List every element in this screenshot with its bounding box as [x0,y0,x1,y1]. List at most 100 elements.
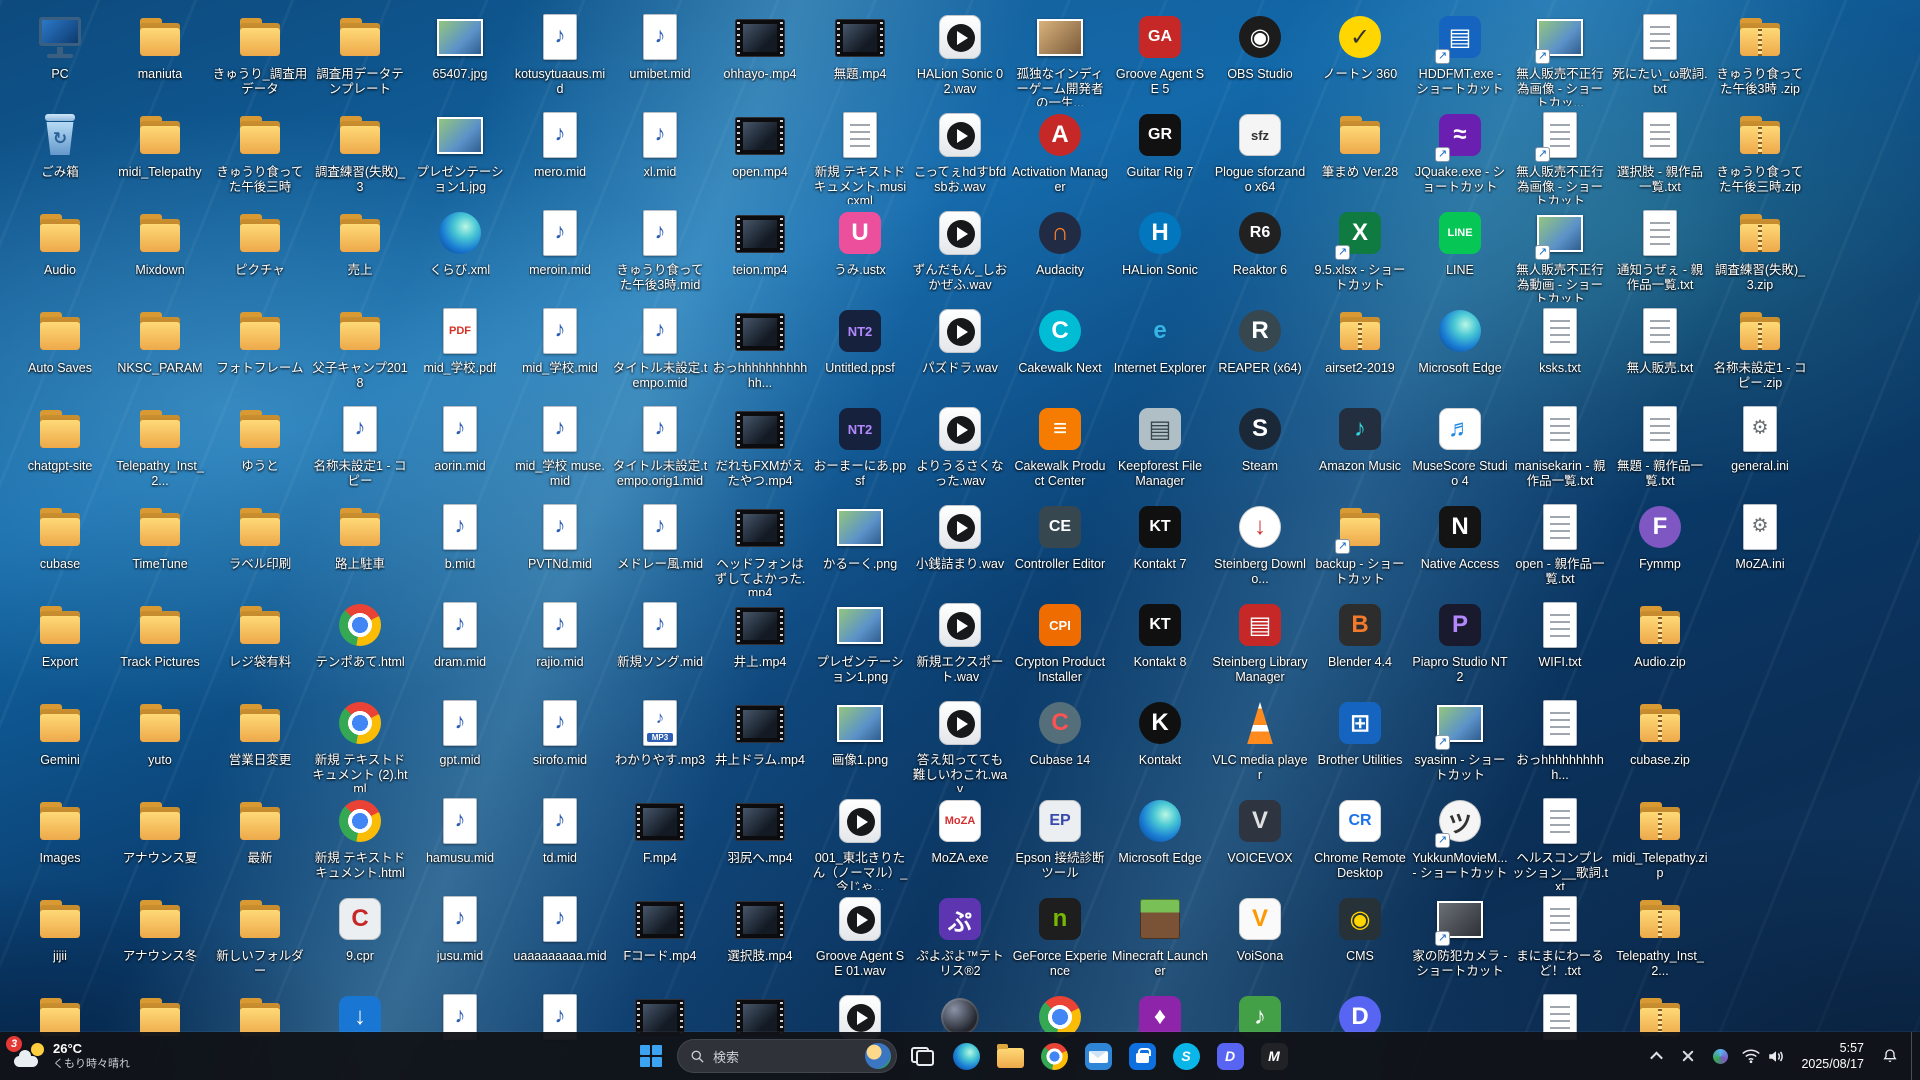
desktop-icon[interactable]: teion.mp4 [710,204,810,302]
desktop-icon[interactable]: 調査練習(失敗)_3.zip [1710,204,1810,302]
desktop-icon[interactable]: パズドラ.wav [910,302,1010,400]
desktop-icon[interactable]: 売上 [310,204,410,302]
desktop-icon[interactable]: Track Pictures [110,596,210,694]
desktop-icon[interactable]: F.mp4 [610,792,710,890]
desktop-icon[interactable]: きゅうり食ってた午後3時 .zip [1710,8,1810,106]
desktop-icon[interactable]: ツ↗YukkunMovieM... - ショートカット [1410,792,1510,890]
desktop-icon[interactable]: よりうるさくなった.wav [910,400,1010,498]
desktop-icon[interactable]: Uうみ.ustx [810,204,910,302]
desktop-icon[interactable]: Images [10,792,110,890]
desktop-icon[interactable]: open - 親作品一覧.txt [1510,498,1610,596]
desktop-icon[interactable]: Groove Agent SE 01.wav [810,890,910,988]
desktop-icon[interactable]: メドレー風.mid [610,498,710,596]
taskbar-task-view-button[interactable] [902,1036,942,1076]
desktop-icon[interactable]: ◉CMS [1310,890,1410,988]
desktop-icon[interactable]: アナウンス夏 [110,792,210,890]
desktop-icon[interactable]: td.mid [510,792,610,890]
desktop-icon[interactable]: 選択肢.mp4 [710,890,810,988]
desktop-icon[interactable]: 調査用データテンプレート [310,8,410,106]
desktop-icon[interactable]: 新規エクスポート.wav [910,596,1010,694]
desktop-icon[interactable]: aorin.mid [410,400,510,498]
weather-widget[interactable]: 3 26°C くもり時々晴れ [4,1032,140,1080]
desktop-icon[interactable]: jijii [10,890,110,988]
desktop-icon[interactable]: きゅうり食ってた午後三時 [210,106,310,204]
desktop-icon[interactable]: GAGroove Agent SE 5 [1110,8,1210,106]
search-box[interactable]: 検索 [677,1039,897,1073]
desktop-icon[interactable]: 新規 テキストドキュメント.html [310,792,410,890]
desktop-icon[interactable]: ⊞Brother Utilities [1310,694,1410,792]
desktop-icon[interactable]: こってぇhdすbfdsbお.wav [910,106,1010,204]
desktop-icon[interactable]: 無人販売.txt [1610,302,1710,400]
desktop-icon[interactable]: ksks.txt [1510,302,1610,400]
taskbar-discord-button[interactable]: D [1210,1036,1250,1076]
desktop-icon[interactable]: PPiapro Studio NT2 [1410,596,1510,694]
desktop-icon[interactable]: airset2-2019 [1310,302,1410,400]
desktop[interactable]: PC↻ごみ箱AudioAuto Saveschatgpt-sitecubaseE… [0,0,1920,1080]
desktop-icon[interactable]: 最新 [210,792,310,890]
taskbar-edge-button[interactable] [946,1036,986,1076]
desktop-icon[interactable]: レジ袋有料 [210,596,310,694]
desktop-icon[interactable]: general.ini [1710,400,1810,498]
desktop-icon[interactable]: hamusu.mid [410,792,510,890]
desktop-icon[interactable]: chatgpt-site [10,400,110,498]
desktop-icon[interactable]: 001_東北きりたん（ノーマル）_今じゃ... [810,792,910,890]
desktop-icon[interactable]: PC [10,8,110,106]
desktop-icon[interactable]: EPEpson 接続診断ツール [1010,792,1110,890]
desktop-icon[interactable]: Fコード.mp4 [610,890,710,988]
desktop-icon[interactable]: アナウンス冬 [110,890,210,988]
desktop-icon[interactable]: ↗家の防犯カメラ - ショートカット [1410,890,1510,988]
desktop-icon[interactable]: mid_学校 muse.mid [510,400,610,498]
desktop-icon[interactable]: 無題 - 親作品一覧.txt [1610,400,1710,498]
desktop-icon[interactable]: AActivation Manager [1010,106,1110,204]
desktop-icon[interactable]: 選択肢 - 親作品一覧.txt [1610,106,1710,204]
taskbar-store-button[interactable] [1122,1036,1162,1076]
desktop-icon[interactable]: sfzPlogue sforzando x64 [1210,106,1310,204]
desktop-icon[interactable]: 羽尻へ.mp4 [710,792,810,890]
desktop-icon[interactable]: MoZA.ini [1710,498,1810,596]
tray-x-app-button[interactable] [1673,1037,1703,1075]
desktop-icon[interactable]: GRGuitar Rig 7 [1110,106,1210,204]
desktop-icon[interactable]: NNative Access [1410,498,1510,596]
desktop-icon[interactable]: ∩Audacity [1010,204,1110,302]
desktop-icon[interactable]: Gemini [10,694,110,792]
desktop-icon[interactable]: nGeForce Experience [1010,890,1110,988]
desktop-icon[interactable]: 新しいフォルダー [210,890,310,988]
taskbar-skype-button[interactable]: S [1166,1036,1206,1076]
desktop-icon[interactable]: yuto [110,694,210,792]
desktop-icon[interactable]: きゅうり_調査用データ [210,8,310,106]
tray-clock[interactable]: 5:57 2025/08/17 [1792,1037,1873,1075]
desktop-icon[interactable]: ▤↗HDDFMT.exe - ショートカット [1410,8,1510,106]
desktop-icon[interactable]: ↗無人販売不正行為画像 - ショートカット [1510,106,1610,204]
desktop-icon[interactable]: eInternet Explorer [1110,302,1210,400]
desktop-icon[interactable]: Microsoft Edge [1110,792,1210,890]
desktop-icon[interactable]: おっhhhhhhhhhhhh... [710,302,810,400]
desktop-icon[interactable]: 通知うぜぇ - 親作品一覧.txt [1610,204,1710,302]
taskbar-file-explorer-button[interactable] [990,1036,1030,1076]
desktop-icon[interactable]: LINELINE [1410,204,1510,302]
taskbar-chrome-button[interactable] [1034,1036,1074,1076]
desktop-icon[interactable]: BBlender 4.4 [1310,596,1410,694]
desktop-icon[interactable]: gpt.mid [410,694,510,792]
desktop-icon[interactable]: sirofo.mid [510,694,610,792]
desktop-icon[interactable]: 井上ドラム.mp4 [710,694,810,792]
desktop-icon[interactable]: jusu.mid [410,890,510,988]
desktop-icon[interactable]: わかりやす.mp3 [610,694,710,792]
desktop-icon[interactable]: umibet.mid [610,8,710,106]
desktop-icon[interactable]: Telepathy_Inst_2... [110,400,210,498]
desktop-icon[interactable]: 新規 テキストドキュメント.musicxml [810,106,910,204]
desktop-icon[interactable]: ♪Amazon Music [1310,400,1410,498]
desktop-icon[interactable]: 小銭詰まり.wav [910,498,1010,596]
desktop-icon[interactable]: ↗無人販売不正行為動画 - ショートカット [1510,204,1610,302]
desktop-icon[interactable]: おっhhhhhhhhhh... [1510,694,1610,792]
desktop-icon[interactable]: テンポあて.html [310,596,410,694]
desktop-icon[interactable]: きゅうり食ってた午後3時.mid [610,204,710,302]
desktop-icon[interactable]: まにまにわーるど！.txt [1510,890,1610,988]
desktop-icon[interactable]: ↻ごみ箱 [10,106,110,204]
desktop-icon[interactable]: ヘッドフォンはずしてよかった.mp4 [710,498,810,596]
desktop-icon[interactable]: 筆まめ Ver.28 [1310,106,1410,204]
desktop-icon[interactable]: ≡Cakewalk Product Center [1010,400,1110,498]
desktop-icon[interactable]: midi_Telepathy [110,106,210,204]
desktop-icon[interactable]: Audio [10,204,110,302]
desktop-icon[interactable]: 新規 テキストドキュメント (2).html [310,694,410,792]
desktop-icon[interactable]: くらび.xml [410,204,510,302]
